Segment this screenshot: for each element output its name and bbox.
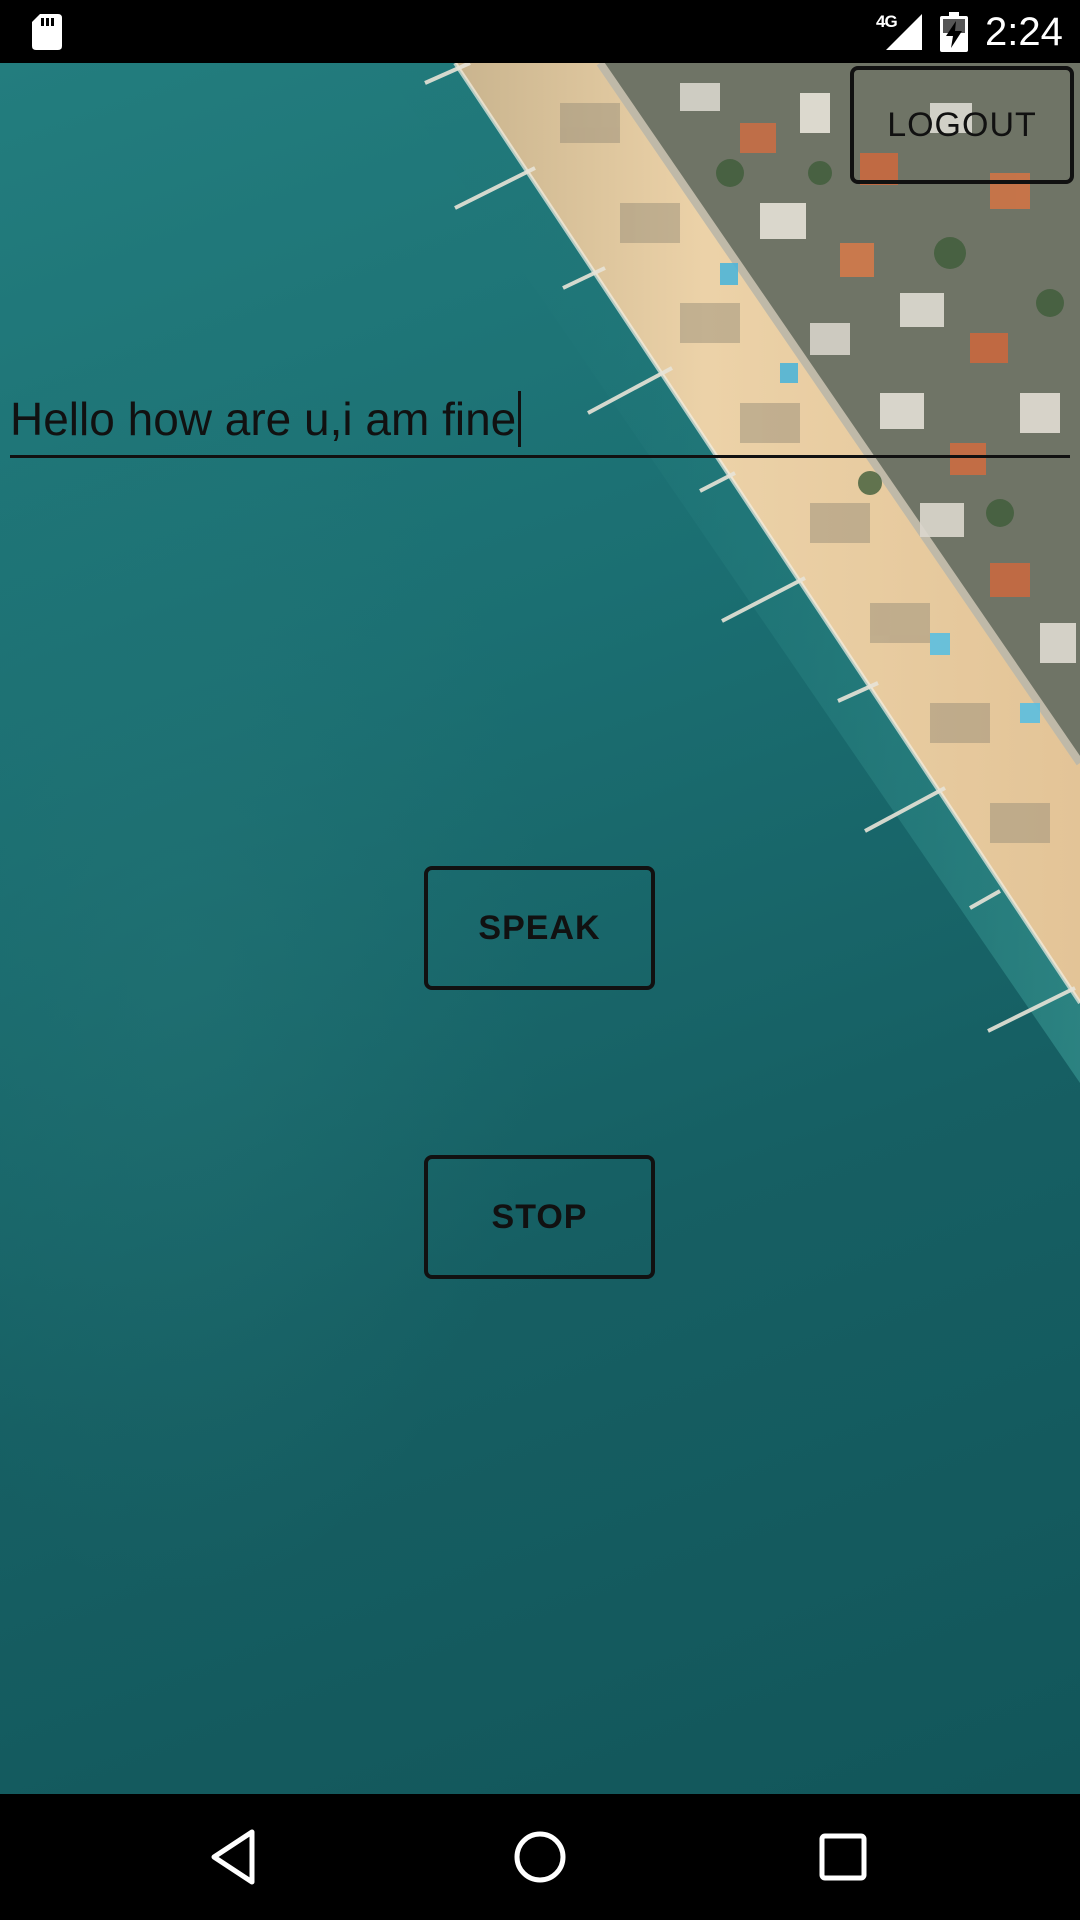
navigation-bar [0,1794,1080,1920]
logout-button[interactable]: LOGOUT [850,66,1074,184]
main-content: LOGOUT Hello how are u,i am fine SPEAK S… [0,63,1080,1794]
text-cursor [518,390,522,447]
sd-card-icon [32,14,62,50]
status-clock: 2:24 [985,10,1063,54]
back-icon[interactable] [204,1824,270,1890]
stop-button[interactable]: STOP [424,1155,655,1279]
app-screen: 4G 2:24 LOGOUT Hello how are u,i am fine… [0,0,1080,1920]
speak-button[interactable]: SPEAK [424,866,655,990]
recents-icon[interactable] [810,1824,876,1890]
battery-charging-icon [940,12,968,52]
status-bar: 4G 2:24 [0,0,1080,63]
home-icon[interactable] [507,1824,573,1890]
message-input[interactable]: Hello how are u,i am fine [10,383,1070,458]
signal-icon [886,14,922,50]
message-input-text: Hello how are u,i am fine [10,393,517,445]
